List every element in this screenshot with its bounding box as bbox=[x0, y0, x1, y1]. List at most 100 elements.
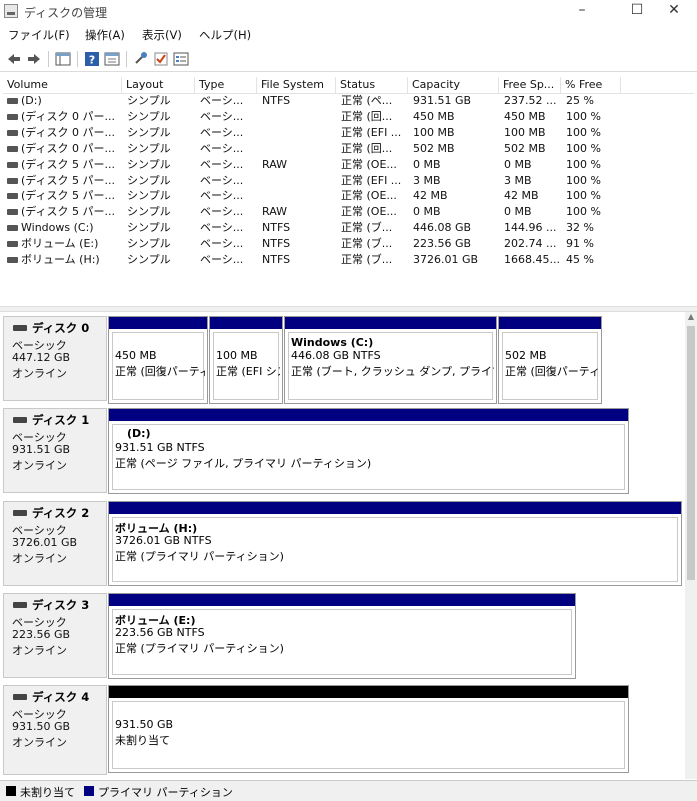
volume-row[interactable]: ボリューム (E:) シンプル ベーシ... NTFS 正常 (ブ... 223.56 G… bbox=[3, 236, 694, 252]
volume-row[interactable]: (ディスク 5 パー... シンプル ベーシ... RAW 正常 (OE... 0 MB 0… bbox=[3, 204, 694, 220]
cell-file-system bbox=[262, 141, 337, 157]
toolbar: ? bbox=[0, 47, 697, 72]
cell-volume: ボリューム (H:) bbox=[21, 253, 100, 266]
volume-row[interactable]: (ディスク 5 パー... シンプル ベーシ... 正常 (EFI ... 3 MB 3 … bbox=[3, 173, 694, 189]
cell-layout: シンプル bbox=[127, 253, 171, 266]
column-header-file-system[interactable]: File System bbox=[257, 77, 336, 93]
cell-capacity: 0 MB bbox=[413, 205, 441, 219]
toolbar-separator bbox=[126, 51, 127, 67]
cell-type: ベーシ... bbox=[200, 125, 244, 139]
cell-type: ベーシ... bbox=[200, 253, 244, 266]
scroll-up-icon[interactable]: ▲ bbox=[687, 312, 695, 322]
menu-bar: ファイル(F) 操作(A) 表示(V) ヘルプ(H) bbox=[0, 25, 697, 45]
partition-1-0[interactable]: (D:) 931.51 GB NTFS 正常 (ページ ファイル, プライマリ パー… bbox=[108, 408, 629, 494]
volume-row[interactable]: (ディスク 0 パー... シンプル ベーシ... 正常 (EFI ... 100 MB… bbox=[3, 125, 694, 141]
forward-arrow-icon[interactable] bbox=[26, 51, 42, 67]
partition-0-2[interactable]: Windows (C:) 446.08 GB NTFS 正常 (ブート, クラッシュ… bbox=[284, 316, 497, 404]
cell-volume: (ディスク 0 パー... bbox=[21, 109, 116, 123]
cell-percent-free: 100 % bbox=[566, 141, 601, 155]
column-header-capacity[interactable]: Capacity bbox=[408, 77, 499, 93]
cell-capacity: 931.51 GB bbox=[413, 94, 472, 107]
volume-row[interactable]: (ディスク 5 パー... シンプル ベーシ... 正常 (OE... 42 MB 42 … bbox=[3, 188, 694, 204]
help-icon[interactable]: ? bbox=[84, 51, 100, 67]
cell-volume: (ディスク 5 パー... bbox=[21, 173, 116, 187]
check-icon[interactable] bbox=[153, 51, 169, 67]
cell-free-space: 3 MB bbox=[504, 173, 532, 187]
column-header-free-space[interactable]: Free Sp... bbox=[499, 77, 561, 93]
disk-label-0[interactable]: ディスク 0 ベーシック 447.12 GB オンライン bbox=[3, 316, 107, 401]
partition-color-bar bbox=[109, 409, 628, 421]
volume-icon bbox=[7, 209, 18, 216]
cell-layout: シンプル bbox=[127, 157, 171, 171]
cell-free-space: 1668.45... bbox=[504, 253, 560, 266]
disk-status: オンライン bbox=[12, 644, 67, 657]
disk-label-1[interactable]: ディスク 1 ベーシック 931.51 GB オンライン bbox=[3, 408, 107, 493]
volume-icon bbox=[7, 241, 18, 248]
partition-status: 正常 (回復パーティション) bbox=[115, 365, 205, 378]
disk-status: オンライン bbox=[12, 736, 67, 749]
partition-color-bar bbox=[109, 502, 681, 514]
menu-view[interactable]: 表示(V) bbox=[142, 27, 182, 43]
cell-type: ベーシ... bbox=[200, 141, 244, 155]
vertical-scrollbar[interactable]: ▲ bbox=[685, 312, 697, 779]
cell-capacity: 502 MB bbox=[413, 141, 455, 155]
scrollbar-thumb[interactable] bbox=[687, 326, 695, 580]
column-header-layout[interactable]: Layout bbox=[122, 77, 195, 93]
disk-name: ディスク 4 bbox=[32, 690, 90, 704]
cell-capacity: 446.08 GB bbox=[413, 221, 472, 235]
partition-2-0[interactable]: ボリューム (H:) 3726.01 GB NTFS 正常 (プライマリ パーティシ… bbox=[108, 501, 682, 586]
disk-label-4[interactable]: ディスク 4 ベーシック 931.50 GB オンライン bbox=[3, 685, 107, 775]
partition-3-0[interactable]: ボリューム (E:) 223.56 GB NTFS 正常 (プライマリ パーティショ… bbox=[108, 593, 576, 679]
cell-capacity: 0 MB bbox=[413, 157, 441, 171]
volume-icon bbox=[7, 225, 18, 232]
volume-row[interactable]: (ディスク 0 パー... シンプル ベーシ... 正常 (回... 450 MB 450… bbox=[3, 109, 694, 125]
disk-label-2[interactable]: ディスク 2 ベーシック 3726.01 GB オンライン bbox=[3, 501, 107, 586]
cell-capacity: 3 MB bbox=[413, 173, 441, 187]
minimize-button[interactable]: – bbox=[559, 0, 605, 22]
back-arrow-icon[interactable] bbox=[6, 51, 22, 67]
disk-size: 931.50 GB bbox=[12, 720, 71, 733]
cell-layout: シンプル bbox=[127, 189, 171, 203]
cell-status: 正常 (OE... bbox=[341, 189, 397, 203]
console-tree-icon[interactable] bbox=[55, 51, 71, 67]
column-header-status[interactable]: Status bbox=[336, 77, 408, 93]
cell-capacity: 223.56 GB bbox=[413, 237, 472, 251]
disk-name: ディスク 3 bbox=[32, 598, 90, 612]
list-view-icon[interactable] bbox=[173, 51, 189, 67]
properties-icon[interactable] bbox=[104, 51, 120, 67]
partition-status: 未割り当て bbox=[115, 734, 170, 747]
disk-name: ディスク 0 bbox=[32, 321, 90, 335]
partition-0-0[interactable]: 450 MB 正常 (回復パーティション) bbox=[108, 316, 208, 404]
menu-file[interactable]: ファイル(F) bbox=[8, 27, 70, 43]
partition-0-1[interactable]: 100 MB 正常 (EFI システム パーティション) bbox=[209, 316, 283, 404]
disk-management-app-icon bbox=[4, 4, 18, 18]
partition-color-bar bbox=[499, 317, 601, 329]
cell-volume: ボリューム (E:) bbox=[21, 237, 99, 251]
column-header-percent-free[interactable]: % Free bbox=[561, 77, 621, 93]
menu-action[interactable]: 操作(A) bbox=[85, 27, 125, 43]
volume-row[interactable]: ボリューム (H:) シンプル ベーシ... NTFS 正常 (ブ... 3726.01 … bbox=[3, 252, 694, 268]
connect-icon[interactable] bbox=[133, 51, 149, 67]
cell-status: 正常 (OE... bbox=[341, 205, 397, 219]
cell-free-space: 144.96 ... bbox=[504, 221, 557, 235]
legend-primary-swatch bbox=[84, 786, 94, 796]
volume-row[interactable]: Windows (C:) シンプル ベーシ... NTFS 正常 (ブ... 446.08… bbox=[3, 220, 694, 236]
partition-4-0[interactable]: 931.50 GB 未割り当て bbox=[108, 685, 629, 773]
volume-row[interactable]: (ディスク 5 パー... シンプル ベーシ... RAW 正常 (OE... 0 MB 0… bbox=[3, 157, 694, 173]
column-header-type[interactable]: Type bbox=[195, 77, 257, 93]
cell-percent-free: 100 % bbox=[566, 173, 601, 187]
column-header-volume[interactable]: Volume bbox=[3, 77, 122, 93]
disk-label-3[interactable]: ディスク 3 ベーシック 223.56 GB オンライン bbox=[3, 593, 107, 678]
partition-0-3[interactable]: 502 MB 正常 (回復パーティション) bbox=[498, 316, 602, 404]
partition-size: 931.50 GB bbox=[115, 718, 174, 731]
close-button[interactable]: ✕ bbox=[651, 0, 697, 22]
disk-icon bbox=[13, 510, 27, 516]
cell-free-space: 42 MB bbox=[504, 189, 539, 203]
volume-row[interactable]: (D:) シンプル ベーシ... NTFS 正常 (ペ... 931.51 GB 237.5… bbox=[3, 93, 694, 109]
cell-percent-free: 100 % bbox=[566, 189, 601, 203]
volume-row[interactable]: (ディスク 0 パー... シンプル ベーシ... 正常 (回... 502 MB 502… bbox=[3, 141, 694, 157]
legend-unallocated-swatch bbox=[6, 786, 16, 796]
menu-help[interactable]: ヘルプ(H) bbox=[199, 27, 251, 43]
cell-type: ベーシ... bbox=[200, 94, 244, 107]
cell-file-system bbox=[262, 188, 337, 204]
